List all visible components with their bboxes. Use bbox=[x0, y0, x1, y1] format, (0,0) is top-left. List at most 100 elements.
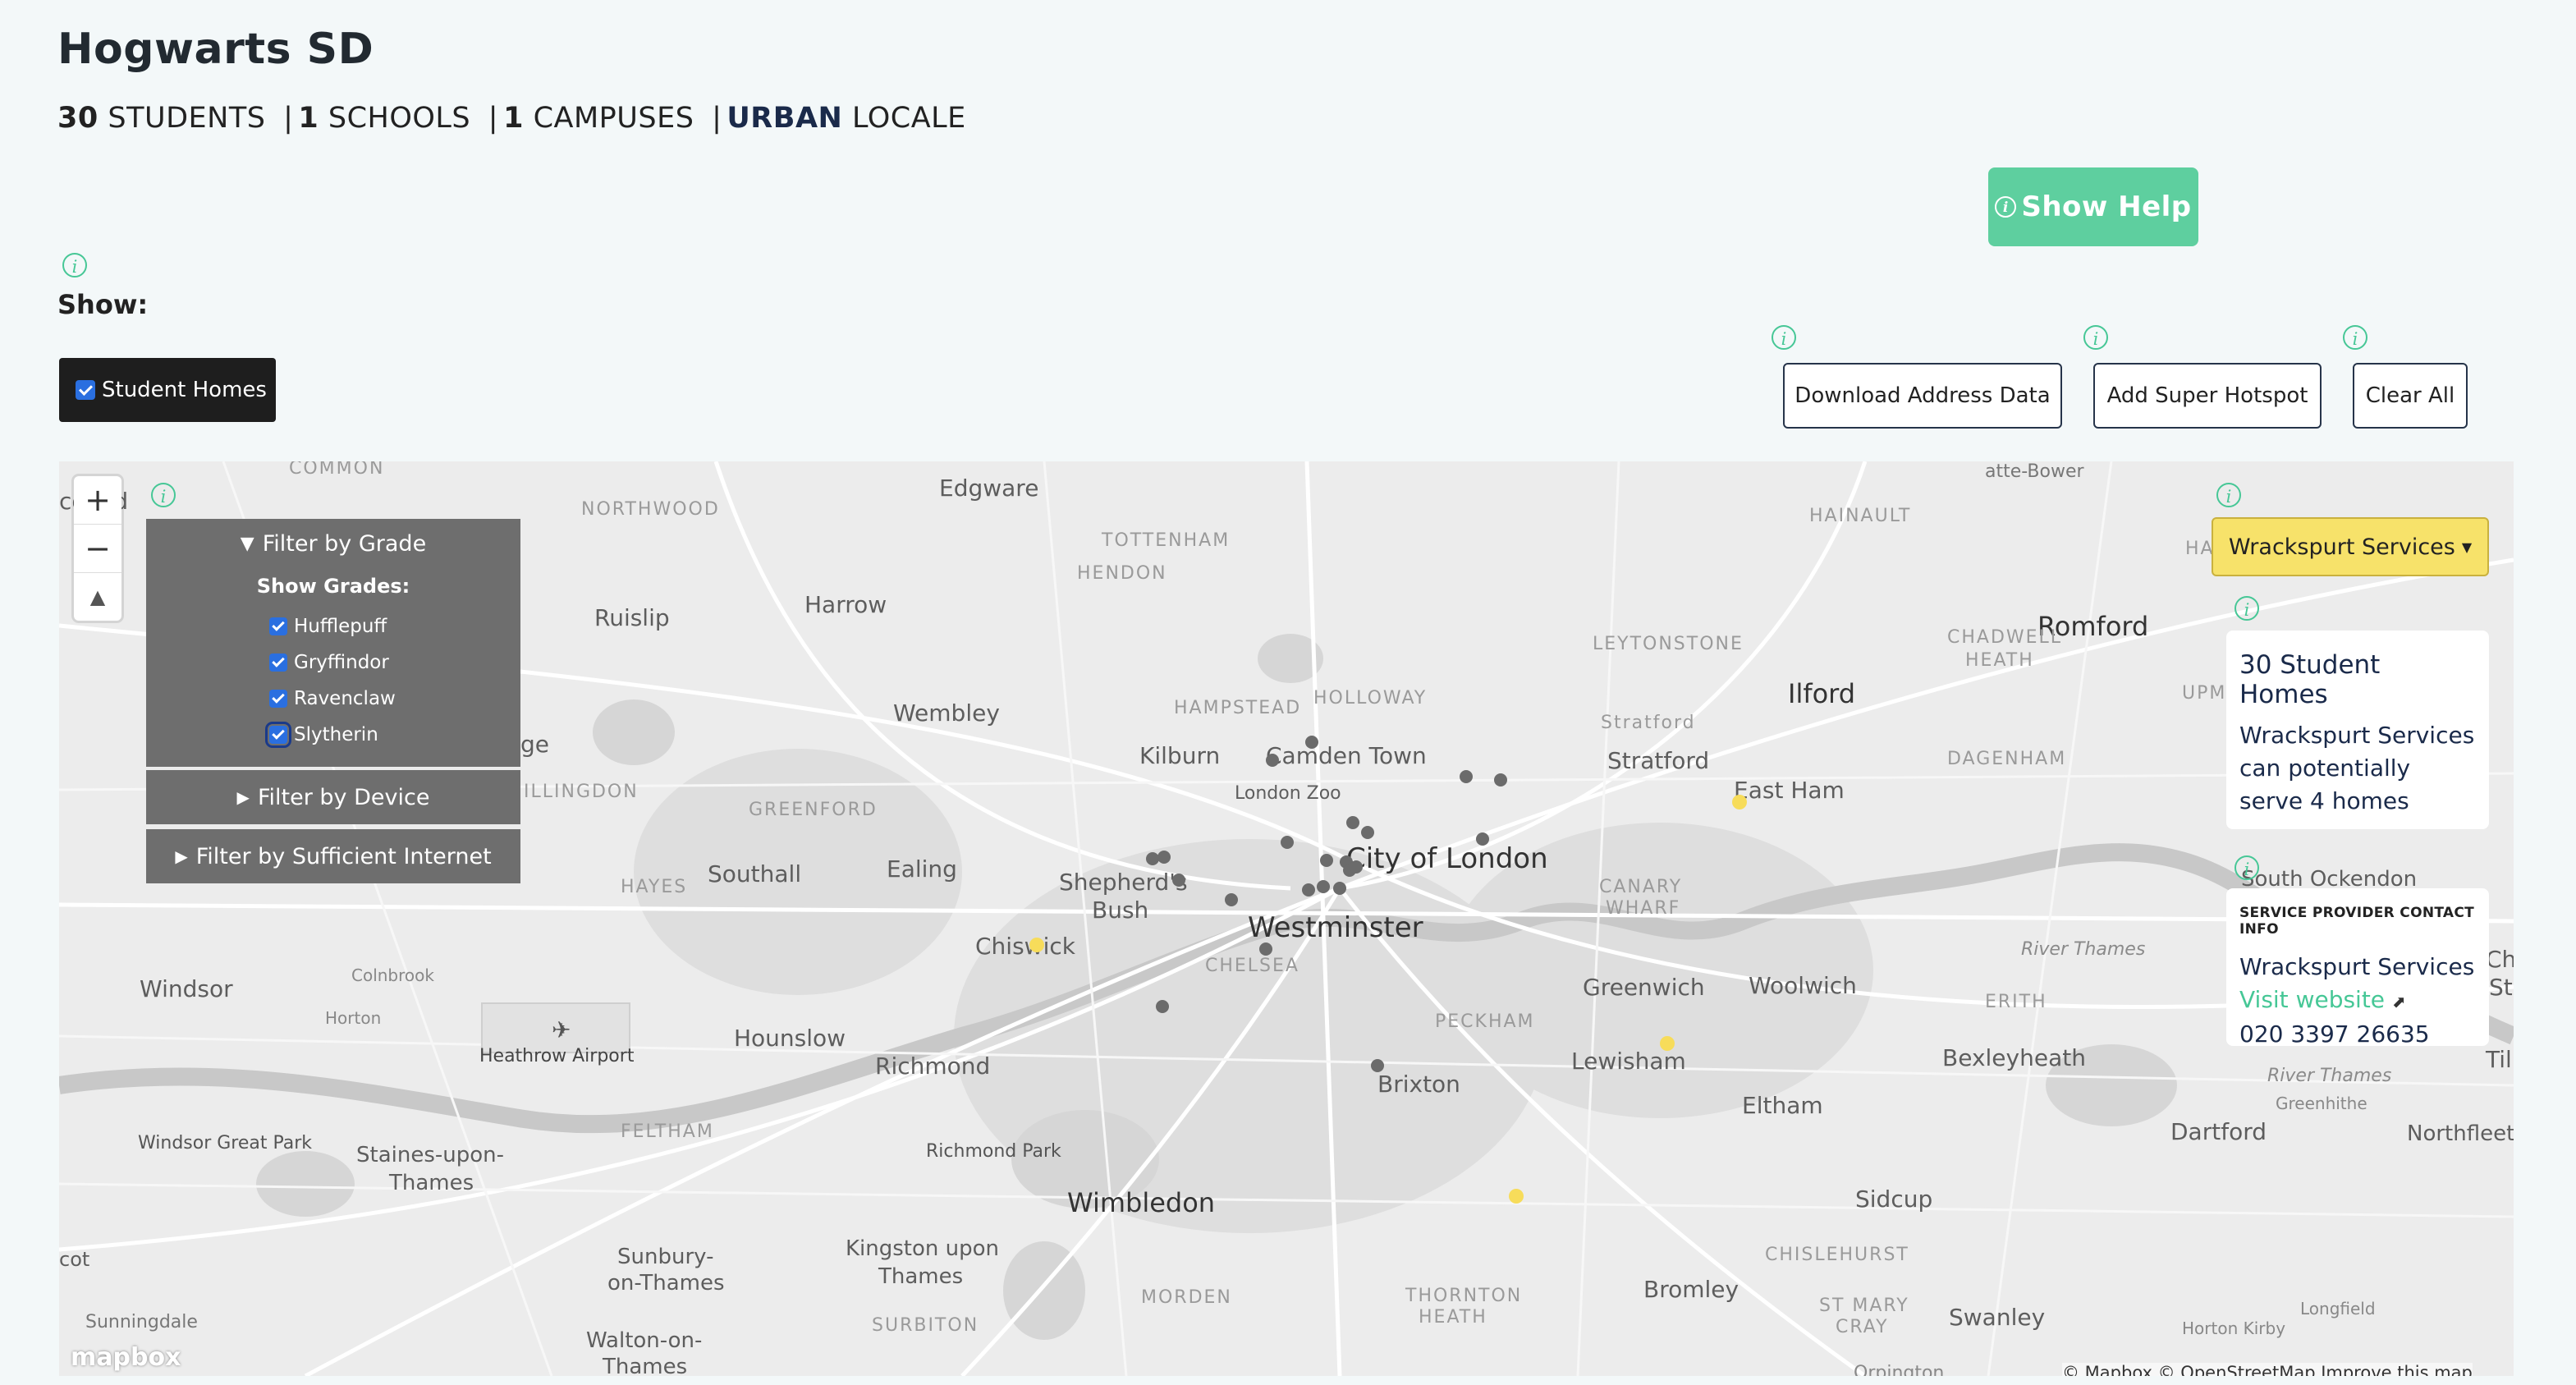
filter-by-grade-header[interactable]: ▼ Filter by Grade bbox=[146, 519, 520, 568]
provider-select-label: Wrackspurt Services bbox=[2228, 534, 2455, 560]
airport-icon: ✈ bbox=[552, 1016, 571, 1043]
student-home-marker[interactable] bbox=[1281, 836, 1294, 849]
student-home-marker[interactable] bbox=[1333, 882, 1346, 895]
student-home-marker[interactable] bbox=[1266, 754, 1279, 767]
student-home-marker[interactable] bbox=[1320, 854, 1333, 867]
filter-by-internet-header[interactable]: ▶ Filter by Sufficient Internet bbox=[146, 829, 520, 883]
filter-by-device-header[interactable]: ▶ Filter by Device bbox=[146, 770, 520, 824]
student-home-marker[interactable] bbox=[1494, 773, 1507, 787]
student-home-marker[interactable] bbox=[1172, 874, 1185, 887]
grade-label: Ravenclaw bbox=[294, 688, 396, 709]
place-label: Sunningdale bbox=[85, 1312, 198, 1332]
info-icon[interactable]: i bbox=[2235, 596, 2259, 621]
checkbox[interactable] bbox=[269, 654, 287, 672]
place-label: Richmond Park bbox=[926, 1141, 1061, 1162]
district-label: SURBITON bbox=[872, 1315, 979, 1336]
triangle-right-icon: ▶ bbox=[236, 787, 250, 807]
place-label: Thames bbox=[603, 1355, 688, 1376]
student-home-marker[interactable] bbox=[1460, 770, 1473, 783]
student-home-marker[interactable] bbox=[1225, 893, 1238, 906]
place-label: Greenwich bbox=[1583, 974, 1705, 1001]
district-label: CHISLEHURST bbox=[1765, 1245, 1909, 1265]
zoom-in-button[interactable]: + bbox=[74, 476, 121, 525]
locale-value: URBAN bbox=[727, 102, 843, 135]
district-label: ST MARY bbox=[1819, 1296, 1909, 1316]
district-label: HAYES bbox=[621, 877, 688, 897]
campuses-label: CAMPUSES bbox=[533, 102, 694, 135]
place-label: cot bbox=[59, 1248, 90, 1271]
place-label: Thames bbox=[389, 1171, 474, 1195]
checkbox[interactable] bbox=[265, 722, 291, 748]
info-icon[interactable]: i bbox=[2235, 855, 2259, 880]
hotspot-marker[interactable] bbox=[1732, 795, 1747, 809]
triangle-down-icon: ▼ bbox=[240, 533, 254, 554]
mapbox-logo[interactable]: mapbox bbox=[71, 1343, 181, 1372]
student-home-marker[interactable] bbox=[1346, 816, 1359, 829]
schools-label: SCHOOLS bbox=[328, 102, 471, 135]
hotspot-marker[interactable] bbox=[1509, 1189, 1524, 1204]
show-grades-label: Show Grades: bbox=[256, 575, 410, 598]
info-icon[interactable]: i bbox=[2083, 325, 2108, 350]
info-icon[interactable]: i bbox=[62, 253, 87, 277]
student-home-marker[interactable] bbox=[1156, 1000, 1169, 1013]
provider-select[interactable]: Wrackspurt Services ▼ bbox=[2212, 517, 2489, 576]
district-label: PECKHAM bbox=[1435, 1011, 1535, 1032]
info-icon[interactable]: i bbox=[2216, 483, 2241, 507]
filter-by-device-title: Filter by Device bbox=[257, 784, 430, 810]
provider-name: Wrackspurt Services bbox=[2239, 953, 2475, 980]
grade-option-ravenclaw[interactable]: Ravenclaw bbox=[269, 688, 396, 709]
student-home-marker[interactable] bbox=[1350, 860, 1363, 874]
district-label: TOTTENHAM bbox=[1102, 530, 1231, 551]
add-super-hotspot-button[interactable]: Add Super Hotspot bbox=[2093, 363, 2322, 429]
compass-icon[interactable]: ▲ bbox=[74, 573, 121, 621]
student-home-marker[interactable] bbox=[1476, 832, 1489, 846]
student-home-marker[interactable] bbox=[1371, 1059, 1384, 1072]
place-label: Sunbury- bbox=[617, 1245, 714, 1269]
place-label: Dartford bbox=[2170, 1118, 2267, 1145]
place-label: Colnbrook bbox=[351, 965, 434, 985]
grade-option-slytherin[interactable]: Slytherin bbox=[265, 722, 378, 748]
map-attribution[interactable]: © Mapbox © OpenStreetMap Improve this ma… bbox=[2062, 1363, 2473, 1376]
download-address-data-button[interactable]: Download Address Data bbox=[1783, 363, 2062, 429]
grade-option-gryffindor[interactable]: Gryffindor bbox=[269, 652, 389, 673]
student-home-marker[interactable] bbox=[1259, 942, 1272, 956]
student-home-marker[interactable] bbox=[1157, 851, 1171, 864]
grade-label: Hufflepuff bbox=[294, 616, 387, 637]
place-label: Kilburn bbox=[1139, 742, 1221, 769]
visit-website-link[interactable]: Visit website ⬈ bbox=[2239, 984, 2476, 1018]
show-help-button[interactable]: i Show Help bbox=[1988, 167, 2198, 246]
place-label: Windsor Great Park bbox=[138, 1133, 313, 1153]
info-icon[interactable]: i bbox=[2343, 325, 2367, 350]
place-label: Thames bbox=[878, 1264, 964, 1289]
student-home-marker[interactable] bbox=[1305, 736, 1318, 749]
students-count: 30 bbox=[57, 102, 99, 135]
info-icon[interactable]: i bbox=[151, 483, 176, 507]
student-home-marker[interactable] bbox=[1317, 880, 1330, 893]
student-homes-card: 30 Student Homes Wrackspurt Services can… bbox=[2226, 631, 2489, 829]
student-homes-checkbox[interactable] bbox=[76, 380, 95, 400]
place-label: London Zoo bbox=[1235, 783, 1341, 804]
clear-all-button[interactable]: Clear All bbox=[2353, 363, 2468, 429]
hotspot-marker[interactable] bbox=[1660, 1036, 1675, 1051]
hotspot-marker[interactable] bbox=[1029, 938, 1044, 952]
grade-option-hufflepuff[interactable]: Hufflepuff bbox=[269, 616, 387, 637]
water-label: River Thames bbox=[2021, 939, 2146, 960]
grade-label: Slytherin bbox=[294, 724, 378, 745]
student-homes-toggle[interactable]: Student Homes bbox=[59, 358, 276, 422]
students-label: STUDENTS bbox=[108, 102, 266, 135]
place-label: Ealing bbox=[887, 855, 957, 883]
external-link-icon: ⬈ bbox=[2391, 992, 2406, 1011]
district-label: HEATH bbox=[1419, 1307, 1487, 1328]
zoom-out-button[interactable]: − bbox=[74, 525, 121, 573]
info-icon[interactable]: i bbox=[1772, 325, 1796, 350]
district-label: CHELSEA bbox=[1205, 956, 1299, 976]
place-label: Northfleet bbox=[2407, 1121, 2514, 1146]
place-label: Staines-upon- bbox=[356, 1143, 505, 1167]
checkbox[interactable] bbox=[269, 617, 287, 635]
place-label: Camden Town bbox=[1266, 742, 1427, 769]
student-home-marker[interactable] bbox=[1361, 826, 1374, 839]
campuses-count: 1 bbox=[503, 102, 524, 135]
student-home-marker[interactable] bbox=[1302, 883, 1315, 897]
map[interactable]: Edgware Harrow Ruislip Wembley Kilburn C… bbox=[59, 461, 2514, 1376]
checkbox[interactable] bbox=[269, 690, 287, 708]
